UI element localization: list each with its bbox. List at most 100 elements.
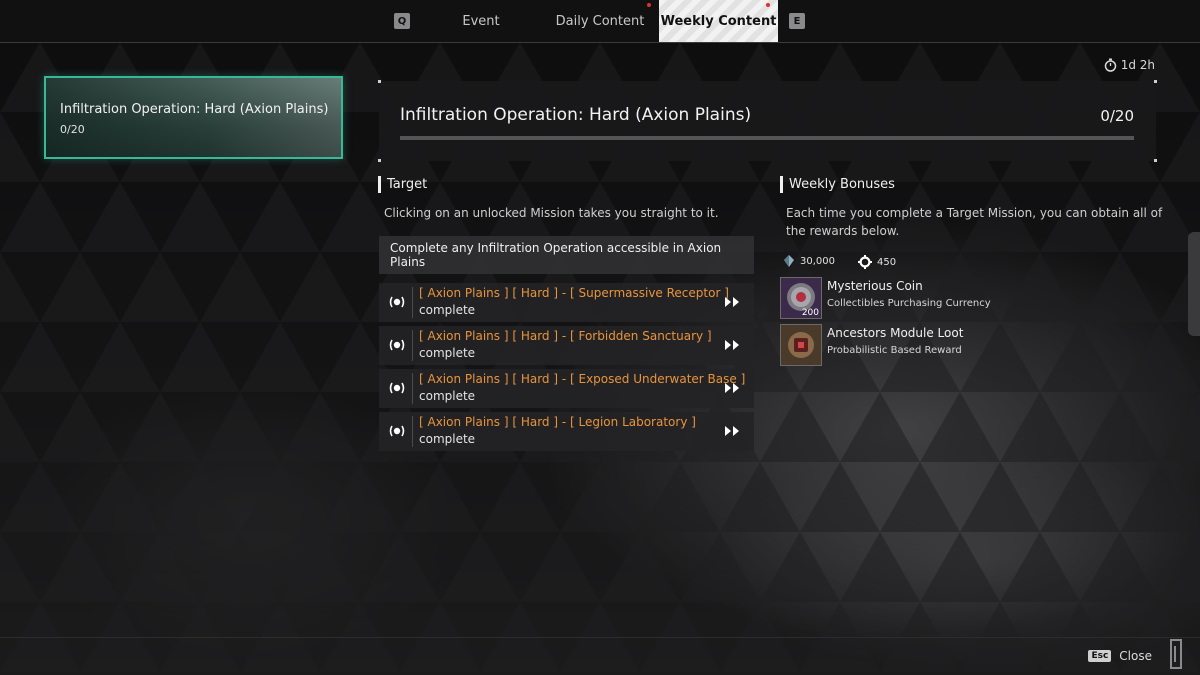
reset-timer-text: 1d 2h	[1120, 58, 1155, 72]
side-panel-handle[interactable]	[1188, 232, 1200, 336]
mission-status: complete	[419, 346, 476, 360]
prev-tab-key[interactable]: Q	[394, 13, 410, 29]
operation-card-title: Infiltration Operation: Hard (Axion Plai…	[60, 102, 329, 117]
footer-divider	[0, 637, 1200, 638]
broadcast-icon	[389, 339, 405, 351]
reward-name: Mysterious Coin	[827, 279, 923, 293]
background-triangle	[80, 462, 160, 532]
close-label: Close	[1119, 649, 1152, 663]
mission-status: complete	[419, 303, 476, 317]
fast-forward-icon[interactable]	[724, 425, 740, 437]
operation-card-count: 0/20	[60, 123, 85, 136]
background-triangle	[360, 532, 440, 602]
fast-forward-icon[interactable]	[724, 296, 740, 308]
operation-card[interactable]: Infiltration Operation: Hard (Axion Plai…	[44, 76, 343, 159]
reward-subtitle: Probabilistic Based Reward	[827, 345, 962, 356]
broadcast-icon	[389, 425, 405, 437]
operation-progress-bar	[400, 136, 1134, 140]
row-divider	[412, 416, 413, 447]
module-loot-icon	[780, 324, 822, 366]
background-triangle	[200, 392, 280, 462]
fast-forward-icon[interactable]	[724, 339, 740, 351]
background-triangle	[200, 252, 280, 322]
background-triangle	[80, 182, 160, 252]
operation-header: Infiltration Operation: Hard (Axion Plai…	[378, 80, 1157, 162]
background-triangle	[880, 462, 960, 532]
mission-row[interactable]: [ Axion Plains ] [ Hard ] - [ Forbidden …	[379, 326, 754, 365]
close-button[interactable]: Esc Close	[1088, 649, 1152, 663]
background-triangle	[840, 532, 920, 602]
mission-status: complete	[419, 389, 476, 403]
reset-timer: 1d 2h	[1104, 58, 1155, 72]
background-triangle	[40, 252, 120, 322]
background-triangle	[40, 532, 120, 602]
background-triangle	[600, 532, 680, 602]
broadcast-icon	[389, 296, 405, 308]
tab-event-label: Event	[462, 13, 500, 29]
background-triangle	[1160, 392, 1200, 462]
corner-mark	[378, 159, 381, 162]
background-triangle	[1160, 532, 1200, 602]
tab-daily-content-label: Daily Content	[555, 13, 645, 29]
fast-forward-icon[interactable]	[724, 382, 740, 394]
background-triangle	[160, 182, 240, 252]
background-triangle	[0, 322, 80, 392]
reward-item[interactable]: Ancestors Module Loot Probabilistic Base…	[780, 324, 1080, 366]
background-triangle	[280, 252, 360, 322]
reward-item[interactable]: 200 Mysterious Coin Collectibles Purchas…	[780, 277, 1080, 319]
weekly-alert-dot	[766, 3, 770, 7]
background-triangle	[1160, 112, 1200, 182]
background-triangle	[920, 532, 1000, 602]
currency-amount: 450	[877, 256, 897, 268]
background-triangle	[640, 462, 720, 532]
background-triangle	[760, 392, 840, 462]
background-triangle	[280, 532, 360, 602]
background-triangle	[0, 392, 40, 462]
screen-corner-handle-icon	[1170, 639, 1182, 669]
currency-amount: 30,000	[800, 255, 835, 267]
reward-name: Ancestors Module Loot	[827, 326, 964, 340]
mission-row[interactable]: [ Axion Plains ] [ Hard ] - [ Exposed Un…	[379, 369, 754, 408]
reward-quantity: 200	[802, 308, 819, 318]
background-triangle	[680, 532, 760, 602]
tab-event[interactable]: Event	[421, 0, 541, 42]
tab-daily-content[interactable]: Daily Content	[541, 0, 659, 42]
background-triangle	[720, 462, 800, 532]
mission-status: complete	[419, 432, 476, 446]
target-condition: Complete any Infiltration Operation acce…	[379, 236, 754, 274]
background-triangle	[240, 322, 320, 392]
tab-weekly-content[interactable]: Weekly Content	[659, 0, 778, 42]
background-triangle	[1080, 252, 1160, 322]
next-tab-key[interactable]: E	[789, 13, 805, 29]
background-triangle	[160, 462, 240, 532]
background-triangle	[800, 462, 880, 532]
game-screen: Q Event Daily Content Weekly Content E I…	[0, 0, 1200, 675]
mission-row[interactable]: [ Axion Plains ] [ Hard ] - [ Legion Lab…	[379, 412, 754, 451]
background-triangle	[240, 462, 320, 532]
corner-mark	[378, 80, 381, 83]
background-triangle	[400, 462, 480, 532]
background-triangle	[1000, 392, 1080, 462]
daily-alert-dot	[647, 3, 651, 7]
background-triangle	[120, 252, 200, 322]
stopwatch-icon	[1104, 58, 1116, 72]
row-divider	[412, 330, 413, 361]
operation-progress-count: 0/20	[1100, 107, 1134, 125]
background-triangle	[480, 462, 560, 532]
coin-icon: 200	[780, 277, 822, 319]
esc-key: Esc	[1088, 650, 1112, 662]
background-triangle	[160, 322, 240, 392]
broadcast-icon	[389, 382, 405, 394]
mission-name: [ Axion Plains ] [ Hard ] - [ Supermassi…	[419, 286, 729, 300]
background-triangle	[0, 112, 40, 182]
corner-mark	[1154, 159, 1157, 162]
background-triangle	[840, 392, 920, 462]
target-condition-text: Complete any Infiltration Operation acce…	[390, 241, 722, 269]
weekly-bonuses-heading: Weekly Bonuses	[780, 176, 895, 193]
background-triangle	[280, 392, 360, 462]
mission-row[interactable]: [ Axion Plains ] [ Hard ] - [ Supermassi…	[379, 283, 754, 322]
row-divider	[412, 373, 413, 404]
background-triangle	[120, 532, 200, 602]
mission-name: [ Axion Plains ] [ Hard ] - [ Forbidden …	[419, 329, 712, 343]
background-triangle	[80, 322, 160, 392]
